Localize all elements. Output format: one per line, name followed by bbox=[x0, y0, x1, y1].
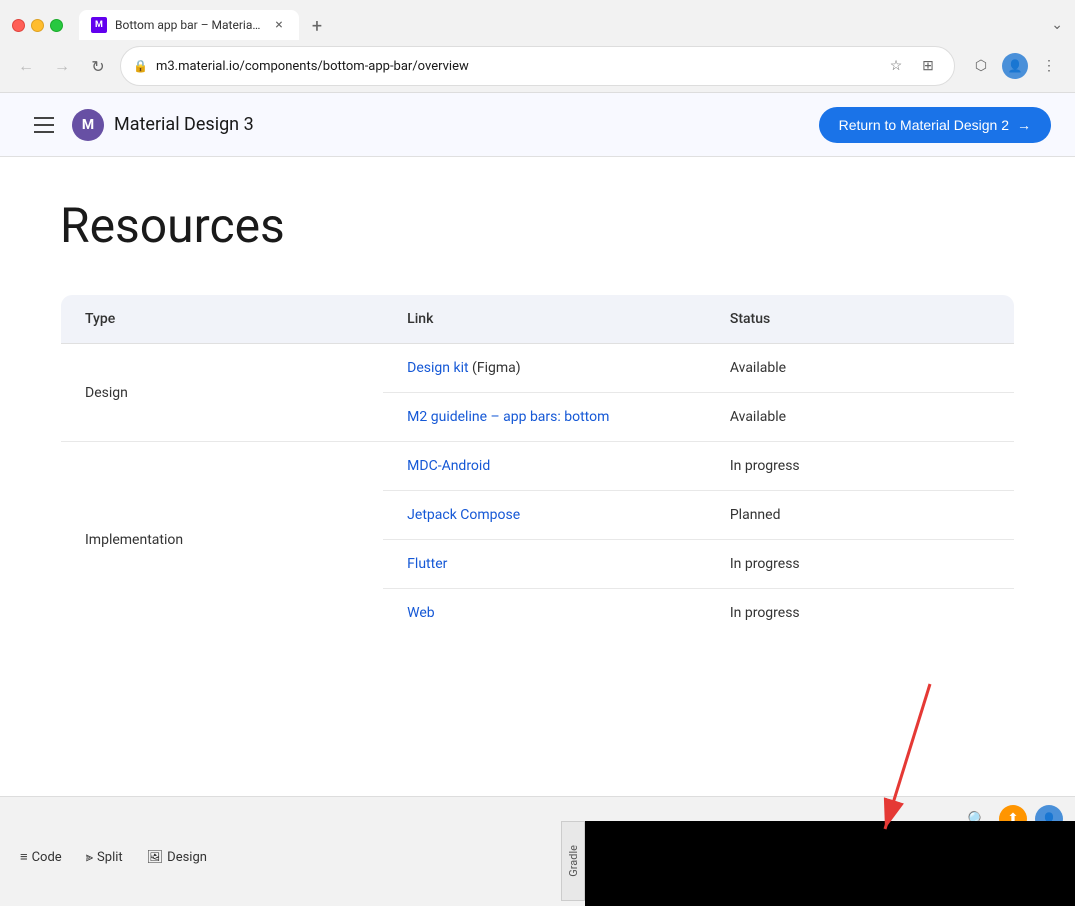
hamburger-line bbox=[34, 124, 54, 126]
hamburger-button[interactable] bbox=[24, 105, 64, 145]
maximize-button[interactable] bbox=[50, 19, 63, 32]
forward-button[interactable]: → bbox=[48, 52, 76, 80]
status-cell: Planned bbox=[706, 491, 1015, 540]
avatar-text: 👤 bbox=[1008, 59, 1023, 73]
minimize-button[interactable] bbox=[31, 19, 44, 32]
back-button[interactable]: ← bbox=[12, 52, 40, 80]
table-row: Implementation MDC-Android In progress bbox=[61, 442, 1015, 491]
main-content: Resources Type Link Status Design Design… bbox=[0, 157, 1075, 678]
gradle-label: Gradle bbox=[567, 845, 580, 877]
address-actions: ☆ ⊞ bbox=[882, 52, 942, 80]
browser-chrome: M Bottom app bar – Material Des × + ⌄ ← … bbox=[0, 0, 1075, 93]
flutter-link[interactable]: Flutter bbox=[407, 556, 447, 572]
bookmark-button[interactable]: ☆ bbox=[882, 52, 910, 80]
black-overlay bbox=[585, 821, 1075, 906]
chevron-down-icon[interactable]: ⌄ bbox=[1051, 17, 1063, 33]
return-btn-label: Return to Material Design 2 bbox=[839, 117, 1009, 133]
nav-bar: ← → ↻ 🔒 m3.material.io/components/bottom… bbox=[0, 40, 1075, 92]
lock-icon: 🔒 bbox=[133, 59, 148, 73]
table-header: Type Link Status bbox=[61, 295, 1015, 344]
hamburger-line bbox=[34, 131, 54, 133]
browser-actions: ⬡ 👤 ⋮ bbox=[967, 52, 1063, 80]
link-cell: Web bbox=[383, 589, 706, 638]
site-header: M Material Design 3 Return to Material D… bbox=[0, 93, 1075, 157]
title-bar: M Bottom app bar – Material Des × + ⌄ bbox=[0, 0, 1075, 40]
tab-favicon: M bbox=[91, 17, 107, 33]
tab-close-button[interactable]: × bbox=[271, 17, 287, 33]
address-text: m3.material.io/components/bottom-app-bar… bbox=[156, 59, 874, 74]
bottom-toolbar: 🔍 ⬆ 👤 ≡ Code ⫸ Split 🖼 Design Gradle bbox=[0, 796, 1075, 906]
type-cell: Implementation bbox=[61, 442, 384, 638]
type-column-header: Type bbox=[61, 295, 384, 344]
link-cell: Design kit (Figma) bbox=[383, 344, 706, 393]
reading-mode-button[interactable]: ⊞ bbox=[914, 52, 942, 80]
code-icon: ≡ bbox=[20, 849, 28, 865]
logo-icon: M bbox=[72, 109, 104, 141]
split-label: Split bbox=[97, 850, 123, 865]
code-tab[interactable]: ≡ Code bbox=[12, 845, 70, 869]
link-cell: Flutter bbox=[383, 540, 706, 589]
resources-table: Type Link Status Design Design kit (Figm… bbox=[60, 294, 1015, 638]
link-column-header: Link bbox=[383, 295, 706, 344]
return-to-m2-button[interactable]: Return to Material Design 2 → bbox=[819, 107, 1051, 143]
avatar: 👤 bbox=[1002, 53, 1028, 79]
refresh-button[interactable]: ↻ bbox=[84, 52, 112, 80]
link-cell: MDC-Android bbox=[383, 442, 706, 491]
traffic-lights bbox=[12, 19, 63, 32]
back-icon: ← bbox=[18, 56, 34, 76]
page-title: Resources bbox=[60, 197, 1015, 254]
status-cell: Available bbox=[706, 393, 1015, 442]
table-container: Type Link Status Design Design kit (Figm… bbox=[60, 294, 1015, 638]
table-row: Design Design kit (Figma) Available bbox=[61, 344, 1015, 393]
status-cell: Available bbox=[706, 344, 1015, 393]
site-logo: M Material Design 3 bbox=[72, 109, 254, 141]
active-tab[interactable]: M Bottom app bar – Material Des × bbox=[79, 10, 299, 40]
design-tab[interactable]: 🖼 Design bbox=[139, 846, 215, 869]
tab-bar: M Bottom app bar – Material Des × + bbox=[79, 10, 1043, 40]
m2-guideline-link[interactable]: M2 guideline – app bars: bottom bbox=[407, 409, 609, 425]
status-cell: In progress bbox=[706, 589, 1015, 638]
split-icon: ⫸ bbox=[86, 850, 93, 865]
jetpack-compose-link[interactable]: Jetpack Compose bbox=[407, 507, 520, 523]
extensions-button[interactable]: ⬡ bbox=[967, 52, 995, 80]
new-tab-button[interactable]: + bbox=[303, 12, 331, 40]
code-label: Code bbox=[32, 850, 62, 865]
arrow-right-icon: → bbox=[1017, 117, 1031, 133]
table-body: Design Design kit (Figma) Available M2 g… bbox=[61, 344, 1015, 638]
link-cell: Jetpack Compose bbox=[383, 491, 706, 540]
more-button[interactable]: ⋮ bbox=[1035, 52, 1063, 80]
hamburger-line bbox=[34, 117, 54, 119]
forward-icon: → bbox=[54, 56, 70, 76]
status-column-header: Status bbox=[706, 295, 1015, 344]
address-bar[interactable]: 🔒 m3.material.io/components/bottom-app-b… bbox=[120, 46, 955, 86]
close-button[interactable] bbox=[12, 19, 25, 32]
status-cell: In progress bbox=[706, 442, 1015, 491]
design-label: Design bbox=[167, 850, 207, 865]
design-icon: 🖼 bbox=[147, 850, 164, 865]
design-kit-link[interactable]: Design kit bbox=[407, 360, 468, 376]
link-cell: M2 guideline – app bars: bottom bbox=[383, 393, 706, 442]
gradle-panel[interactable]: Gradle bbox=[561, 821, 585, 901]
type-cell: Design bbox=[61, 344, 384, 442]
mdc-android-link[interactable]: MDC-Android bbox=[407, 458, 490, 474]
status-cell: In progress bbox=[706, 540, 1015, 589]
tab-title: Bottom app bar – Material Des bbox=[115, 18, 263, 32]
refresh-icon: ↻ bbox=[91, 57, 104, 76]
profile-button[interactable]: 👤 bbox=[1001, 52, 1029, 80]
figma-suffix: (Figma) bbox=[472, 360, 521, 376]
split-tab[interactable]: ⫸ Split bbox=[78, 846, 131, 869]
web-link[interactable]: Web bbox=[407, 605, 435, 621]
site-title: Material Design 3 bbox=[114, 114, 254, 135]
